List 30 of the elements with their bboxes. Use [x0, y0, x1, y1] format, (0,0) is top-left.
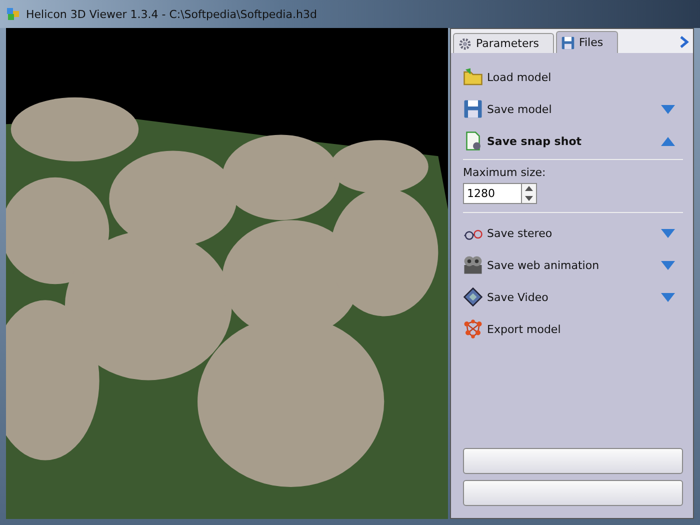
network-nodes-icon	[463, 319, 483, 339]
film-reel-icon	[463, 255, 483, 275]
folder-icon	[463, 67, 483, 87]
expand-arrow-icon[interactable]	[661, 292, 675, 302]
menu-link[interactable]: Save stereo	[463, 223, 552, 243]
tab[interactable]: Parameters	[453, 33, 554, 53]
blank-button[interactable]	[463, 480, 683, 506]
gear-icon	[458, 36, 472, 50]
expand-arrow-icon[interactable]	[661, 228, 675, 238]
number-field[interactable]: 1280	[463, 183, 521, 204]
field-label: Maximum size:	[463, 166, 547, 179]
cubes-icon	[6, 7, 20, 21]
menu-link[interactable]: Load model	[463, 67, 552, 87]
document-icon	[463, 131, 483, 151]
menu-link[interactable]: Save Video	[463, 287, 548, 307]
menu-link[interactable]: Save snap shot	[463, 131, 582, 151]
expand-arrow-icon[interactable]	[661, 260, 675, 270]
spin-up-icon[interactable]	[525, 186, 533, 192]
menu-link[interactable]: Save model	[463, 99, 552, 119]
spin-buttons[interactable]	[521, 183, 537, 204]
film-strip-icon	[463, 287, 483, 307]
menu-link[interactable]: Save web animation	[463, 255, 600, 275]
blank-button[interactable]	[463, 448, 683, 474]
chevron-right-icon[interactable]	[679, 36, 689, 48]
expand-arrow-icon[interactable]	[661, 104, 675, 114]
window-title: Helicon 3D Viewer 1.3.4 - C:\Softpedia\Softpedia.h3d	[26, 8, 317, 20]
collapse-arrow-icon[interactable]	[661, 136, 675, 146]
tab[interactable]: Files	[556, 31, 618, 53]
spin-down-icon[interactable]	[525, 196, 533, 201]
menu-link[interactable]: Export model	[463, 319, 561, 339]
